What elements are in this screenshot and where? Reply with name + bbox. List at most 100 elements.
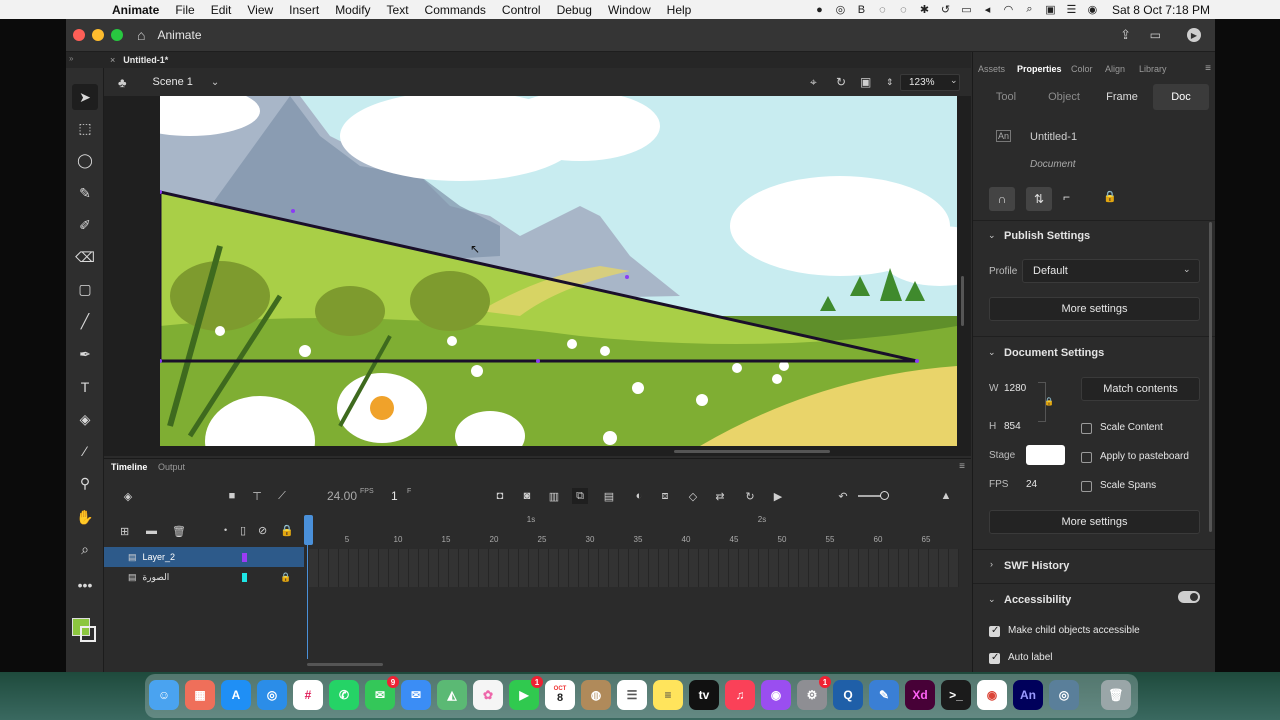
profile-dropdown-chevron-icon[interactable]: ⌄ bbox=[1183, 264, 1191, 275]
tab-align[interactable]: Align bbox=[1105, 64, 1125, 74]
current-frame[interactable]: 1 bbox=[391, 489, 398, 503]
close-window-button[interactable] bbox=[73, 29, 85, 41]
system-preferences-icon[interactable]: ⚙ 1 bbox=[797, 676, 831, 710]
share-icon[interactable]: ⇪ bbox=[1120, 27, 1131, 43]
scene-name[interactable]: Scene 1 bbox=[153, 76, 193, 88]
layer-row-image[interactable]: ▤ الصورة 🔒 bbox=[104, 567, 304, 587]
layer-color-swatch[interactable] bbox=[242, 552, 247, 562]
clip-content-icon[interactable]: ▣ bbox=[860, 75, 871, 89]
center-stage-icon[interactable]: ⇕ bbox=[886, 77, 894, 88]
insert-frame-icon[interactable]: ▥ bbox=[546, 488, 562, 504]
width-input[interactable]: 1280 bbox=[1004, 383, 1026, 394]
clock[interactable]: Sat 8 Oct 7:18 PM bbox=[1112, 3, 1210, 17]
match-contents-button[interactable]: Match contents bbox=[1081, 377, 1200, 401]
onion-skin-icon[interactable]: ⧉ bbox=[572, 488, 588, 504]
menu-app-animate[interactable]: Animate bbox=[104, 3, 167, 17]
publish-settings-header[interactable]: Publish Settings bbox=[1004, 230, 1090, 242]
chevron-right-icon[interactable]: › bbox=[990, 559, 993, 569]
outline-icon[interactable]: ▯ bbox=[240, 524, 246, 537]
new-folder-icon[interactable]: ▬ bbox=[146, 525, 157, 537]
playhead-handle[interactable] bbox=[304, 515, 313, 545]
gyroflow-icon[interactable]: ◎ bbox=[1049, 680, 1079, 710]
layer-row-layer-2[interactable]: ▤ Layer_2 bbox=[104, 547, 304, 567]
hide-icon[interactable]: ⊘ bbox=[258, 524, 267, 537]
frame-grid[interactable] bbox=[309, 549, 959, 587]
time-machine-icon[interactable]: ↺ bbox=[938, 3, 953, 16]
quicktime-icon[interactable]: Q bbox=[833, 680, 863, 710]
more-tools-icon[interactable]: ••• bbox=[72, 572, 98, 598]
accessibility-toggle[interactable] bbox=[1178, 591, 1200, 603]
menu-commands[interactable]: Commands bbox=[417, 3, 494, 17]
stage-area[interactable]: ↖ bbox=[104, 96, 971, 456]
accessibility-header[interactable]: Accessibility bbox=[1004, 594, 1071, 606]
tab-properties[interactable]: Properties bbox=[1017, 64, 1062, 74]
test-movie-icon[interactable]: ▶ bbox=[1187, 28, 1201, 42]
workspace-icon[interactable]: ▭ bbox=[1150, 28, 1161, 42]
create-tween-icon[interactable]: ◐ bbox=[631, 488, 647, 504]
pin-tool-icon[interactable]: ⚲ bbox=[72, 470, 98, 496]
chevron-down-icon[interactable]: ⌄ bbox=[988, 347, 996, 358]
rectangle-tool-icon[interactable]: ▢ bbox=[72, 276, 98, 302]
menu-file[interactable]: File bbox=[167, 3, 202, 17]
whatsapp-icon[interactable]: ✆ bbox=[329, 680, 359, 710]
auto-label-checkbox[interactable] bbox=[989, 652, 1000, 664]
maps-icon[interactable]: ◭ bbox=[437, 680, 467, 710]
playhead[interactable] bbox=[304, 515, 315, 659]
publish-more-settings-button[interactable]: More settings bbox=[989, 297, 1200, 321]
scale-spans-checkbox[interactable] bbox=[1081, 481, 1092, 492]
text-tool-icon[interactable]: T bbox=[72, 374, 98, 400]
layers-icon[interactable]: ◈ bbox=[120, 488, 136, 504]
menu-edit[interactable]: Edit bbox=[203, 3, 240, 17]
timeline-scrollbar[interactable] bbox=[307, 663, 383, 666]
tab-output[interactable]: Output bbox=[158, 462, 185, 472]
apply-pasteboard-checkbox[interactable] bbox=[1081, 452, 1092, 463]
stage-color-swatch[interactable] bbox=[1026, 445, 1065, 465]
prev-keyframe-icon[interactable]: ◇ bbox=[685, 488, 701, 504]
bluetooth-icon[interactable]: ✱ bbox=[917, 3, 932, 16]
menu-window[interactable]: Window bbox=[600, 3, 659, 17]
chevron-down-icon[interactable]: ⌄ bbox=[988, 230, 996, 241]
free-transform-tool-icon[interactable]: ⬚ bbox=[72, 115, 98, 141]
scene-icon[interactable]: ♣ bbox=[118, 75, 127, 90]
creative-cloud-icon[interactable]: ◎ bbox=[833, 3, 848, 16]
apply-pasteboard-label[interactable]: Apply to pasteboard bbox=[1100, 451, 1189, 462]
photos-icon[interactable]: ✿ bbox=[473, 680, 503, 710]
subtab-frame[interactable]: Frame bbox=[1097, 84, 1147, 110]
lock-all-icon[interactable]: 🔒 bbox=[280, 524, 294, 537]
frame-zoom-handle[interactable] bbox=[880, 491, 889, 500]
hand-tool-icon[interactable]: ✋ bbox=[72, 504, 98, 530]
bi-icon[interactable]: B bbox=[854, 4, 869, 16]
close-tab-icon[interactable]: × bbox=[110, 55, 115, 65]
terminal-icon[interactable]: >_ bbox=[941, 680, 971, 710]
battery-icon[interactable]: ▭ bbox=[959, 3, 974, 16]
link-dimensions-lock-icon[interactable]: 🔒 bbox=[1044, 397, 1054, 406]
insert-blank-keyframe-icon[interactable]: ◙ bbox=[519, 488, 535, 504]
pen-tool-icon[interactable]: ✒ bbox=[72, 341, 98, 367]
trash-icon[interactable]: 🗑 bbox=[1101, 680, 1131, 710]
layer-name[interactable]: الصورة bbox=[143, 572, 170, 583]
lasso-tool-icon[interactable]: ◯ bbox=[72, 147, 98, 173]
messages-icon[interactable]: ✉ 9 bbox=[365, 676, 399, 710]
contacts-icon[interactable]: ◍ bbox=[581, 680, 611, 710]
minimize-window-button[interactable] bbox=[92, 29, 104, 41]
profile-select[interactable]: Default bbox=[1022, 259, 1200, 283]
timeline-menu-icon[interactable]: ≡ bbox=[959, 461, 965, 472]
panel-scrollbar[interactable] bbox=[1209, 222, 1212, 532]
height-input[interactable]: 854 bbox=[1004, 421, 1021, 432]
paint-bucket-tool-icon[interactable]: ◈ bbox=[72, 406, 98, 432]
highlight-layers-icon[interactable]: • bbox=[224, 525, 227, 535]
podcasts-icon[interactable]: ◉ bbox=[761, 680, 791, 710]
chrome-icon[interactable]: ◉ bbox=[977, 680, 1007, 710]
make-child-accessible-checkbox[interactable] bbox=[989, 625, 1000, 637]
scale-content-label[interactable]: Scale Content bbox=[1100, 422, 1163, 433]
expand-toolbar-icon[interactable]: » bbox=[69, 54, 73, 63]
tab-color[interactable]: Color bbox=[1071, 64, 1093, 74]
reminders-icon[interactable]: ☰ bbox=[617, 680, 647, 710]
snap-to-objects-icon[interactable]: ∩ bbox=[989, 187, 1015, 211]
layer-parenting-icon[interactable]: ⊤ bbox=[249, 488, 265, 504]
launchpad-icon[interactable]: ▦ bbox=[185, 680, 215, 710]
selection-tool-icon[interactable]: ➤ bbox=[72, 84, 98, 110]
snap-to-pixels-icon[interactable]: ⇅ bbox=[1026, 187, 1052, 211]
brush-tool-icon[interactable]: ✐ bbox=[72, 212, 98, 238]
eraser-tool-icon[interactable]: ⌫ bbox=[72, 244, 98, 270]
